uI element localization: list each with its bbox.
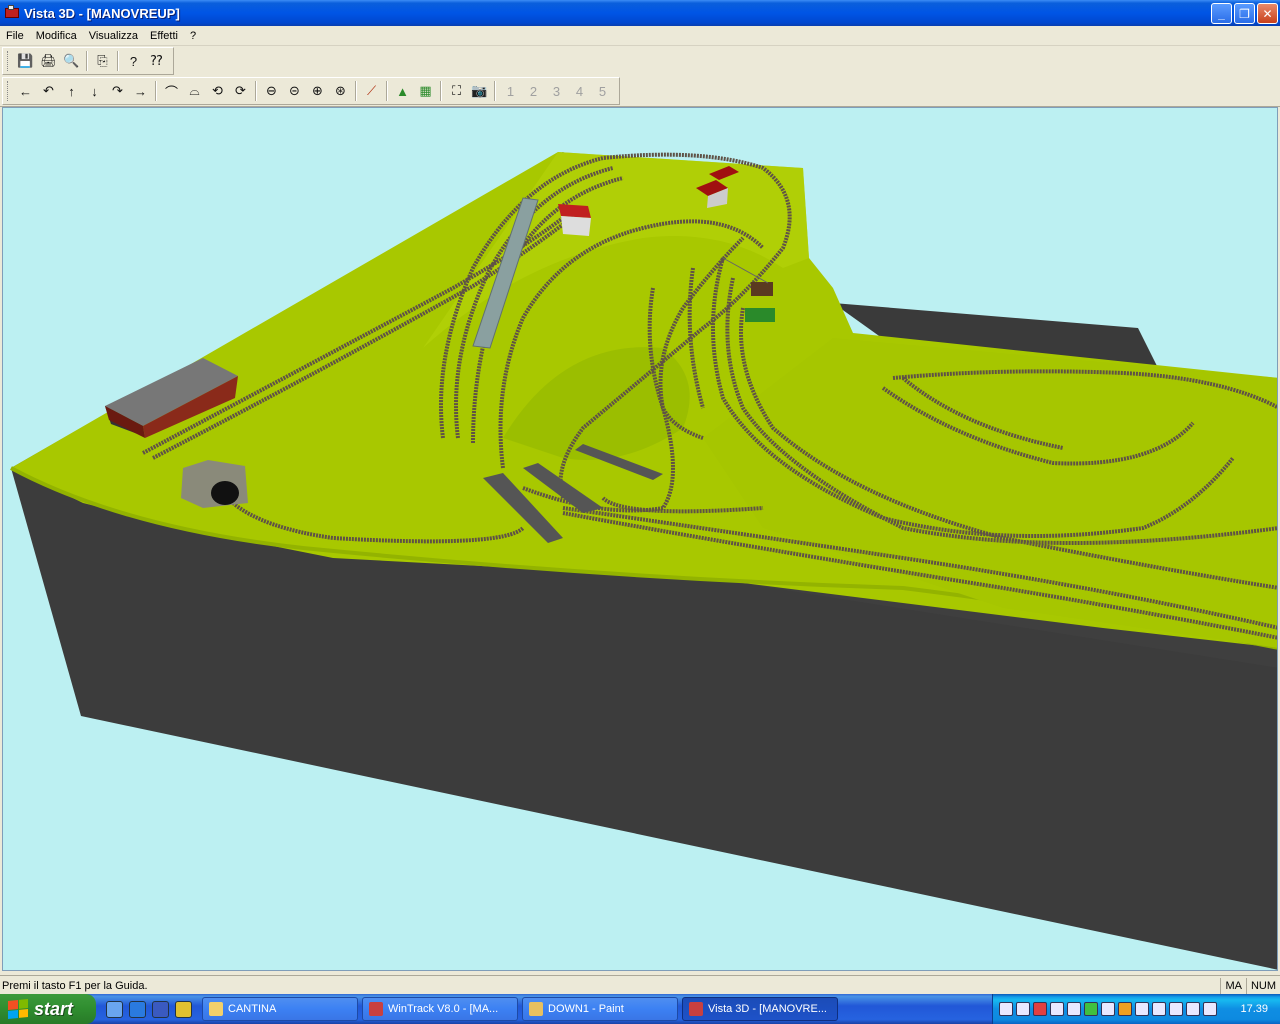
status-bar: Premi il tasto F1 per la Guida. MA NUM [0, 975, 1280, 995]
menu-bar: File Modifica Visualizza Effetti ? [0, 26, 1280, 46]
toolbar-separator [355, 81, 357, 101]
print-preview-icon[interactable]: 🔍 [60, 50, 83, 72]
zoom-in-icon[interactable]: ⊕ [306, 80, 329, 102]
camera-orbit-left-icon[interactable]: ⟲ [206, 80, 229, 102]
zoom-out-icon[interactable]: ⊖ [260, 80, 283, 102]
position-4-icon: 4 [575, 83, 584, 99]
window-title: Vista 3D - [MANOVREUP] [24, 5, 180, 21]
toolbar-grip[interactable] [7, 81, 10, 101]
move-down-icon[interactable]: ↓ [83, 80, 106, 102]
media-player-icon[interactable] [152, 1000, 169, 1018]
move-left-icon[interactable]: ← [14, 80, 37, 102]
position-2-icon: 2 [529, 83, 538, 99]
toolbar-separator [86, 51, 88, 71]
move-up-icon[interactable]: ↑ [60, 80, 83, 102]
standard-toolbar: 💾 🖨 🔍 ⎘ ? ⁇ [2, 47, 174, 75]
toolbar-separator [155, 81, 157, 101]
print-icon[interactable]: 🖨 [37, 50, 60, 72]
tray-app-icon[interactable] [1067, 1002, 1081, 1016]
toolbar-separator [440, 81, 442, 101]
view-toolbar: ← ↶ ↑ ↓ ↷ → ⌒ ⌓ ⟲ ⟳ ⊖ ⊝ ⊕ ⊛ ⟋ ▲ ▦ ⛶ 📷 1 … [2, 77, 620, 105]
rotate-right-icon[interactable]: ↷ [106, 80, 129, 102]
position-3-icon: 3 [552, 83, 561, 99]
update-icon[interactable] [1101, 1002, 1115, 1016]
quick-launch [106, 1000, 192, 1018]
internet-explorer-icon[interactable] [129, 1000, 146, 1018]
toolbar-separator [494, 81, 496, 101]
toolbar-grip[interactable] [7, 51, 10, 71]
wintrack-icon [369, 1002, 383, 1016]
position-1-icon: 1 [506, 83, 515, 99]
toolbar-separator [386, 81, 388, 101]
taskbar: start CANTINA WinTrack V8.0 - [MA... DOW… [0, 994, 1280, 1024]
3d-viewport[interactable] [2, 107, 1278, 971]
menu-file[interactable]: File [0, 30, 30, 42]
system-tray: 17.39 [992, 994, 1280, 1024]
track-icon[interactable]: ⟋ [360, 80, 383, 102]
task-vista3d[interactable]: Vista 3D - [MANOVRE... [682, 997, 838, 1021]
phone-icon[interactable] [1203, 1002, 1217, 1016]
help-icon[interactable]: ? [122, 50, 145, 72]
chrome-icon[interactable] [175, 1000, 192, 1018]
wintrack-icon [689, 1002, 703, 1016]
camera-orbit-right-icon[interactable]: ⟳ [229, 80, 252, 102]
menu-effetti[interactable]: Effetti [144, 30, 184, 42]
task-label: WinTrack V8.0 - [MA... [388, 1003, 499, 1015]
paint-icon [529, 1002, 543, 1016]
toolbar-separator [255, 81, 257, 101]
context-help-icon[interactable]: ⁇ [145, 50, 168, 72]
zoom-in-small-icon[interactable]: ⊛ [329, 80, 352, 102]
menu-modifica[interactable]: Modifica [30, 30, 83, 42]
task-label: CANTINA [228, 1003, 277, 1015]
tray-app-icon[interactable] [1050, 1002, 1064, 1016]
grid-icon[interactable]: ▦ [414, 80, 437, 102]
menu-visualizza[interactable]: Visualizza [83, 30, 144, 42]
signal-icon[interactable] [1084, 1002, 1098, 1016]
camera-tilt-up-icon[interactable]: ⌒ [160, 80, 183, 102]
volume-icon[interactable] [1135, 1002, 1149, 1016]
app-icon[interactable] [4, 5, 20, 21]
tray-app-icon[interactable] [1118, 1002, 1132, 1016]
status-indicator-ma: MA [1220, 977, 1246, 994]
status-indicator-num: NUM [1245, 977, 1280, 994]
restore-button[interactable]: ❐ [1234, 3, 1255, 24]
save-icon[interactable]: 💾 [14, 50, 37, 72]
security-icon[interactable] [1033, 1002, 1047, 1016]
start-button[interactable]: start [0, 994, 96, 1024]
clock[interactable]: 17.39 [1240, 1003, 1268, 1015]
status-text: Premi il tasto F1 per la Guida. [2, 979, 148, 992]
terrain-icon[interactable]: ▲ [391, 80, 414, 102]
tray-app-icon[interactable] [1016, 1002, 1030, 1016]
windows-logo-icon [8, 998, 28, 1020]
start-label: start [34, 998, 74, 1019]
minimize-button[interactable]: _ [1211, 3, 1232, 24]
task-paint[interactable]: DOWN1 - Paint [522, 997, 678, 1021]
move-right-icon[interactable]: → [129, 80, 152, 102]
position-5-icon: 5 [598, 83, 607, 99]
task-wintrack[interactable]: WinTrack V8.0 - [MA... [362, 997, 518, 1021]
toolbar-separator [117, 51, 119, 71]
close-button[interactable]: ✕ [1257, 3, 1278, 24]
fit-view-icon[interactable]: ⛶ [445, 80, 468, 102]
title-bar: Vista 3D - [MANOVREUP] _ ❐ ✕ [0, 0, 1280, 26]
camera-icon[interactable]: 📷 [468, 80, 491, 102]
tunnel-portal [181, 460, 248, 508]
rotate-left-icon[interactable]: ↶ [37, 80, 60, 102]
tray-app-icon[interactable] [1169, 1002, 1183, 1016]
station-building [558, 204, 591, 236]
tray-app-icon[interactable] [1152, 1002, 1166, 1016]
network-icon[interactable] [999, 1002, 1013, 1016]
layout-3d-render[interactable] [3, 108, 1278, 971]
folder-icon [209, 1002, 223, 1016]
task-label: DOWN1 - Paint [548, 1003, 624, 1015]
zoom-out-small-icon[interactable]: ⊝ [283, 80, 306, 102]
menu-help[interactable]: ? [184, 30, 202, 42]
task-label: Vista 3D - [MANOVRE... [708, 1003, 827, 1015]
camera-tilt-down-icon[interactable]: ⌓ [183, 80, 206, 102]
show-desktop-icon[interactable] [106, 1000, 123, 1018]
copy-icon[interactable]: ⎘ [91, 50, 114, 72]
tray-app-icon[interactable] [1186, 1002, 1200, 1016]
task-cantina[interactable]: CANTINA [202, 997, 358, 1021]
